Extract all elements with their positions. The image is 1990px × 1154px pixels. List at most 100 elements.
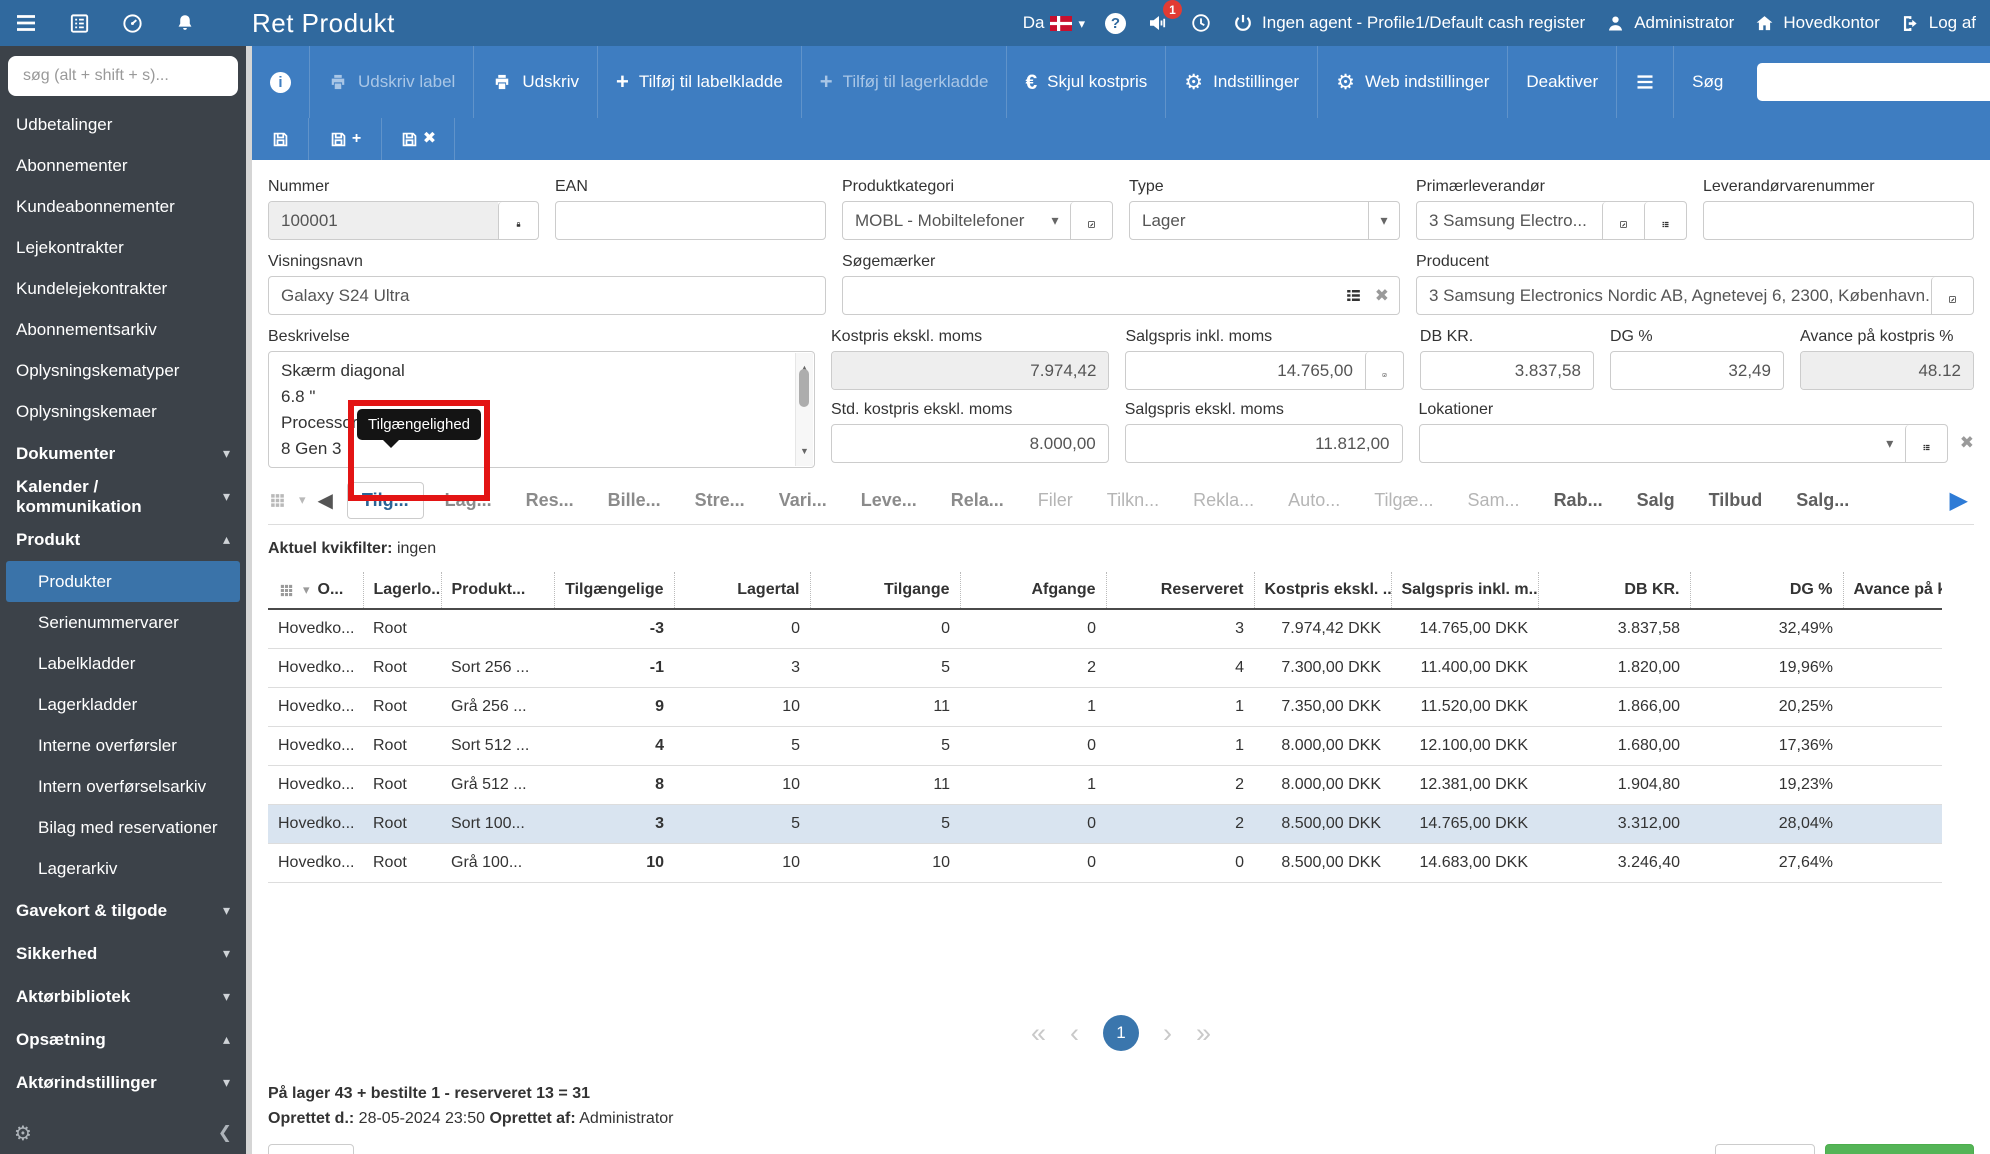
sidebar-item-sikkerhed[interactable]: Sikkerhed ▾	[0, 932, 246, 975]
help-icon[interactable]: ?	[1105, 12, 1127, 34]
bell-icon[interactable]	[174, 12, 196, 34]
tab-bille[interactable]: Bille...	[595, 490, 674, 511]
tags-list-button[interactable]	[1344, 286, 1363, 305]
table-row[interactable]: Hovedko... Root Sort 256 ... -1 3 5 2 4 7.300,00…	[268, 648, 1942, 688]
save-button-footer[interactable]: Gem	[1714, 1144, 1815, 1154]
sidebar-item-interne-overførsler[interactable]: Interne overførsler	[0, 725, 246, 766]
column-header-dg[interactable]: DG %	[1689, 572, 1843, 610]
menu-hamburger-icon[interactable]	[14, 11, 38, 35]
salgspris-ekskl-field[interactable]: 11.812,00	[1126, 425, 1402, 462]
tab-vari[interactable]: Vari...	[766, 490, 840, 511]
table-row[interactable]: Hovedko... Root -3 0 0 0 3 7.974,42 DKK 14.765,0…	[268, 609, 1942, 649]
office-menu[interactable]: Hovedkontor	[1754, 13, 1880, 34]
lock-icon[interactable]	[498, 202, 538, 239]
settings-button[interactable]: ⚙ Indstillinger	[1166, 46, 1319, 118]
column-header-lagertal[interactable]: Lagertal	[673, 572, 810, 610]
chevron-down-icon[interactable]: ▾	[1040, 202, 1070, 239]
table-row[interactable]: Hovedko... Root Grå 100... 10 10 10 0 0 8.500,00…	[268, 843, 1942, 883]
journal-icon[interactable]	[68, 12, 91, 35]
edit-supplier-button[interactable]	[1602, 202, 1644, 239]
sogemaerker-field[interactable]	[843, 277, 1344, 314]
sidebar-item-dokumenter[interactable]: Dokumenter ▾	[0, 432, 246, 475]
column-header-lagerlo[interactable]: Lagerlo...	[362, 572, 441, 610]
chevron-down-icon[interactable]: ▾	[299, 492, 306, 508]
sidebar-item-intern-overførselsarkiv[interactable]: Intern overførselsarkiv	[0, 766, 246, 807]
tabs-scroll-right-icon[interactable]: ▶	[1950, 486, 1974, 515]
nummer-field[interactable]: 100001	[269, 202, 498, 239]
sound-button[interactable]: 1	[1146, 0, 1183, 35]
sidebar-item-abonnementer[interactable]: Abonnementer	[0, 145, 246, 186]
locations-list-button[interactable]	[1904, 425, 1947, 462]
prev-page-button[interactable]: ‹	[1070, 1019, 1079, 1047]
hide-cost-button[interactable]: € Skjul kostpris	[1007, 46, 1167, 118]
sidebar-item-lejekontrakter[interactable]: Lejekontrakter	[0, 227, 246, 268]
table-row[interactable]: Hovedko... Root Sort 512 ... 4 5 5 0 1 8.000,00 …	[268, 726, 1942, 766]
deactivate-button[interactable]: Deaktiver	[1508, 46, 1618, 118]
produktkategori-select[interactable]: MOBL - Mobiltelefoner	[843, 202, 1040, 239]
beskrivelse-textarea[interactable]: Skærm diagonal 6.8 " Processormodel 8 Gen 3…	[268, 351, 815, 468]
ean-field[interactable]	[556, 202, 825, 239]
chevron-down-icon[interactable]: ▾	[1368, 202, 1399, 239]
sidebar-item-aktørindstillinger[interactable]: Aktørindstillinger ▾	[0, 1061, 246, 1104]
clock-icon[interactable]	[1190, 12, 1212, 34]
info-button[interactable]: i	[252, 46, 310, 118]
dashboard-icon[interactable]	[121, 12, 144, 35]
sidebar-item-oplysningskemaer[interactable]: Oplysningskemaer	[0, 391, 246, 432]
salgspris-inkl-field[interactable]: 14.765,00	[1126, 352, 1364, 389]
dg-pct-field[interactable]: 32,49	[1611, 352, 1783, 389]
std-kostpris-field[interactable]: 8.000,00	[832, 425, 1108, 462]
primaerleverandor-field[interactable]: 3 Samsung Electro...	[1417, 202, 1602, 239]
tab-rela[interactable]: Rela...	[938, 490, 1017, 511]
table-row[interactable]: Hovedko... Root Sort 100... 3 5 5 0 2 8.500,00 D…	[268, 804, 1942, 844]
tab-tilg[interactable]: Tilg...	[346, 481, 424, 519]
clear-locations-button[interactable]: ✖	[1960, 433, 1974, 463]
tab-leve[interactable]: Leve...	[848, 490, 930, 511]
edit-category-button[interactable]	[1070, 202, 1112, 239]
chevron-down-icon[interactable]: ▾	[1875, 425, 1905, 462]
producent-field[interactable]: 3 Samsung Electronics Nordic AB, Agnetev…	[1417, 277, 1931, 314]
language-selector[interactable]: Da ▾	[1023, 13, 1085, 33]
toolbar-menu-button[interactable]	[1617, 46, 1675, 118]
column-header-salgspris-inkl-m[interactable]: Salgspris inkl. m...	[1390, 572, 1538, 610]
column-header-tilgange[interactable]: Tilgange	[809, 572, 960, 610]
tab-salg[interactable]: Salg...	[1783, 490, 1862, 511]
sidebar-item-oplysningskematyper[interactable]: Oplysningskematyper	[0, 350, 246, 391]
supplier-list-button[interactable]	[1644, 202, 1686, 239]
search-button[interactable]: Søg	[1674, 46, 1741, 118]
web-settings-button[interactable]: ⚙ Web indstillinger	[1318, 46, 1509, 118]
edit-producer-button[interactable]	[1931, 277, 1973, 314]
db-kr-field[interactable]: 3.837,58	[1421, 352, 1593, 389]
column-header-afgange[interactable]: Afgange	[959, 572, 1106, 610]
tab-sam[interactable]: Sam...	[1455, 490, 1533, 511]
save-and-new-button[interactable]: +	[309, 118, 382, 160]
sidebar-item-gavekort-tilgode[interactable]: Gavekort & tilgode ▾	[0, 889, 246, 932]
sidebar-search-input[interactable]	[8, 56, 238, 96]
print-label-button[interactable]: Udskriv label	[310, 46, 475, 118]
current-page-button[interactable]: 1	[1103, 1015, 1139, 1051]
type-select[interactable]: Lager	[1130, 202, 1368, 239]
tabs-scroll-left-icon[interactable]: ◀	[318, 488, 333, 513]
column-header-reserveret[interactable]: Reserveret	[1105, 572, 1254, 610]
column-header-avance-på-k[interactable]: Avance på k...	[1842, 572, 1942, 610]
save-button[interactable]	[252, 118, 309, 160]
clear-tags-button[interactable]: ✖	[1375, 286, 1389, 306]
toolbar-search-input[interactable]	[1757, 63, 1990, 101]
last-page-button[interactable]: »	[1196, 1019, 1211, 1047]
user-menu[interactable]: Administrator	[1605, 13, 1734, 34]
sidebar-item-kundelejekontrakter[interactable]: Kundelejekontrakter	[0, 268, 246, 309]
logout-button[interactable]: Log af	[1900, 13, 1976, 34]
tab-stre[interactable]: Stre...	[682, 490, 758, 511]
column-header-tilgængelige[interactable]: Tilgængelige	[553, 572, 674, 610]
sidebar-item-lagerarkiv[interactable]: Lagerarkiv	[0, 848, 246, 889]
tab-salg[interactable]: Salg	[1624, 490, 1688, 511]
sidebar-item-produkt[interactable]: Produkt ▴	[0, 518, 246, 561]
column-header-kostpris-ekskl[interactable]: Kostpris ekskl. ...	[1253, 572, 1391, 610]
collapse-sidebar-icon[interactable]: ❮	[218, 1123, 232, 1143]
table-row[interactable]: Hovedko... Root Grå 256 ... 9 10 11 1 1 7.350,00…	[268, 687, 1942, 727]
sidebar-item-abonnementsarkiv[interactable]: Abonnementsarkiv	[0, 309, 246, 350]
tab-rekla[interactable]: Rekla...	[1180, 490, 1267, 511]
sidebar-item-kundeabonnementer[interactable]: Kundeabonnementer	[0, 186, 246, 227]
tab-tilkn[interactable]: Tilkn...	[1094, 490, 1172, 511]
save-and-close-button[interactable]: ✖	[382, 118, 455, 160]
scrollbar[interactable]: ▲ ▼	[795, 353, 813, 466]
